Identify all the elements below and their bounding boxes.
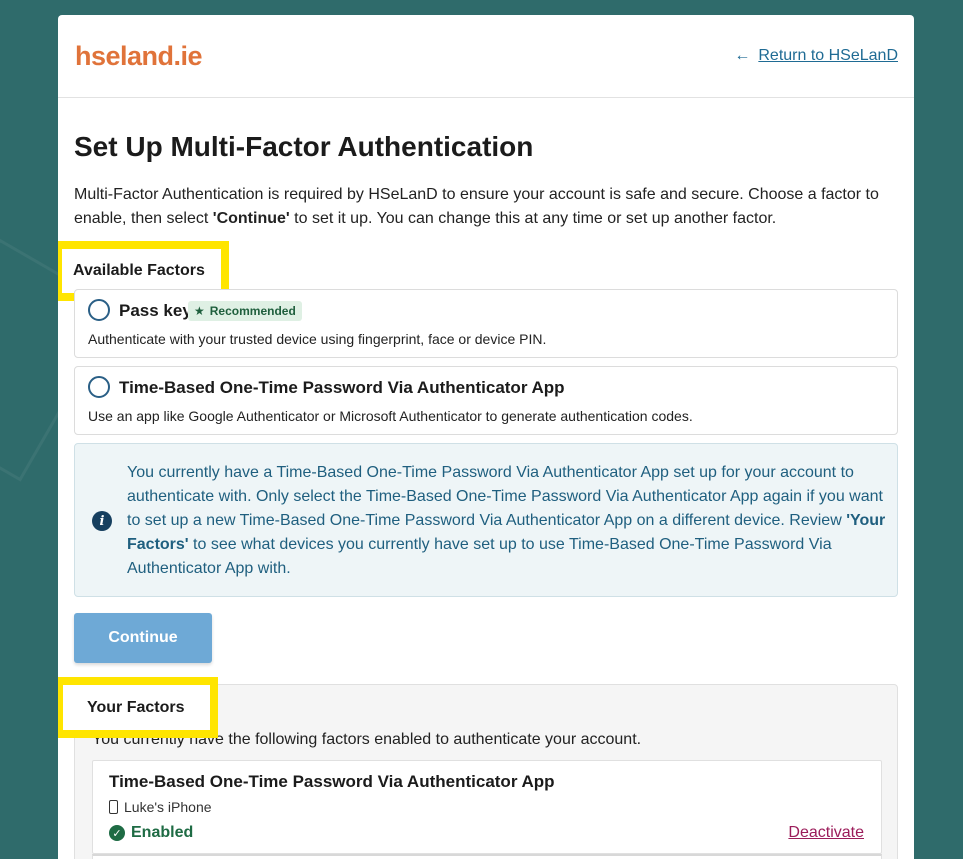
info-box: i You currently have a Time-Based One-Ti… bbox=[74, 443, 898, 597]
mfa-card: hseland.ie ← Return to HSeLanD Set Up Mu… bbox=[58, 15, 914, 859]
factor-totp[interactable]: Time-Based One-Time Password Via Authent… bbox=[74, 366, 898, 435]
top-bar: hseland.ie ← Return to HSeLanD bbox=[58, 15, 914, 98]
continue-button[interactable]: Continue bbox=[74, 613, 212, 663]
totp-description: Use an app like Google Authenticator or … bbox=[88, 408, 693, 424]
factor-pass-key[interactable]: Pass key ★ Recommended Authenticate with… bbox=[74, 289, 898, 358]
pass-key-description: Authenticate with your trusted device us… bbox=[88, 331, 547, 347]
info-text: You currently have a Time-Based One-Time… bbox=[127, 464, 886, 577]
your-factor-device: Luke's iPhone bbox=[109, 799, 212, 815]
arrow-left-icon: ← bbox=[734, 47, 751, 64]
pass-key-radio[interactable] bbox=[88, 299, 110, 321]
your-factor-title: Time-Based One-Time Password Via Authent… bbox=[109, 772, 555, 791]
intro-text: Multi-Factor Authentication is required … bbox=[74, 186, 879, 227]
check-circle-icon: ✓ bbox=[109, 825, 125, 841]
info-icon: i bbox=[92, 511, 112, 531]
available-factors-heading: Available Factors bbox=[73, 262, 205, 279]
totp-radio[interactable] bbox=[88, 376, 110, 398]
return-link-label[interactable]: Return to HSeLanD bbox=[758, 47, 898, 65]
page-title: Set Up Multi-Factor Authentication bbox=[74, 131, 534, 162]
star-icon: ★ bbox=[194, 304, 205, 318]
totp-title: Time-Based One-Time Password Via Authent… bbox=[119, 378, 565, 397]
pass-key-title: Pass key bbox=[119, 301, 192, 320]
intro-continue-emphasis: 'Continue' bbox=[212, 210, 290, 227]
your-factor-item-next bbox=[92, 854, 882, 859]
your-factors-heading: Your Factors bbox=[87, 698, 185, 716]
your-factors-highlight: Your Factors bbox=[58, 677, 218, 738]
phone-icon bbox=[109, 800, 118, 814]
recommended-badge: ★ Recommended bbox=[188, 301, 302, 321]
your-factor-item: Time-Based One-Time Password Via Authent… bbox=[92, 760, 882, 854]
status-enabled: ✓ Enabled bbox=[109, 824, 193, 842]
return-link[interactable]: ← Return to HSeLanD bbox=[734, 47, 898, 65]
hseland-logo[interactable]: hseland.ie bbox=[75, 41, 203, 72]
deactivate-link[interactable]: Deactivate bbox=[788, 824, 864, 842]
